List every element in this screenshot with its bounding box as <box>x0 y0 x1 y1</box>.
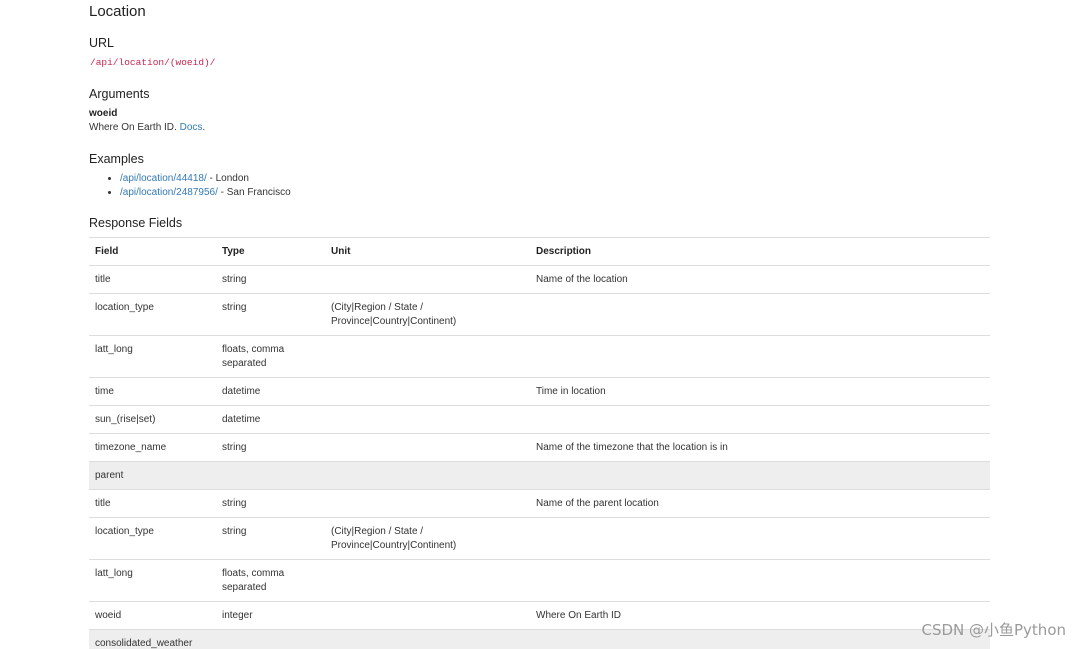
example-item: /api/location/44418/ - London <box>120 172 291 186</box>
response-fields-table: Field Type Unit Description title string N… <box>89 237 990 649</box>
column-header-field: Field <box>89 237 216 266</box>
table-header-row: Field Type Unit Description <box>89 237 990 266</box>
cell-field: title <box>89 265 216 294</box>
page: Location URL /api/location/(woeid)/ Argu… <box>0 0 1080 649</box>
watermark: CSDN @小鱼Python <box>921 621 1066 639</box>
cell-description <box>530 559 990 602</box>
cell-unit <box>325 433 530 462</box>
table-row: title string Name of the location <box>89 265 990 294</box>
docs-link[interactable]: Docs <box>180 122 203 133</box>
cell-field: latt_long <box>89 335 216 378</box>
example-label: - London <box>206 173 250 184</box>
argument-description-text: Where On Earth ID. <box>89 122 177 133</box>
column-header-type: Type <box>216 237 325 266</box>
table-group-row: parent <box>89 461 990 490</box>
cell-description <box>530 517 990 560</box>
column-header-description: Description <box>530 237 990 266</box>
cell-type: string <box>216 433 325 462</box>
table-row: sun_(rise|set) datetime <box>89 405 990 434</box>
cell-type: floats, comma separated <box>216 335 325 378</box>
cell-type: integer <box>216 601 325 630</box>
url-heading: URL <box>89 36 115 50</box>
cell-unit <box>325 559 530 602</box>
cell-field: title <box>89 489 216 518</box>
cell-type: string <box>216 293 325 336</box>
cell-field: time <box>89 377 216 406</box>
cell-type: floats, comma separated <box>216 559 325 602</box>
cell-description: Time in location <box>530 377 990 406</box>
cell-field: sun_(rise|set) <box>89 405 216 434</box>
table-row: time datetime Time in location <box>89 377 990 406</box>
cell-unit <box>325 405 530 434</box>
cell-type: string <box>216 489 325 518</box>
table-row: latt_long floats, comma separated <box>89 559 990 602</box>
arguments-heading: Arguments <box>89 87 150 101</box>
examples-heading: Examples <box>89 152 144 166</box>
cell-field: location_type <box>89 517 216 560</box>
cell-type: string <box>216 517 325 560</box>
examples-list: /api/location/44418/ - London /api/locat… <box>89 172 291 200</box>
cell-unit <box>325 601 530 630</box>
argument-name: woeid <box>89 108 118 119</box>
response-fields-heading: Response Fields <box>89 216 183 230</box>
cell-type: string <box>216 265 325 294</box>
group-label: consolidated_weather <box>89 629 990 649</box>
cell-description: Name of the timezone that the location i… <box>530 433 990 462</box>
cell-type: datetime <box>216 405 325 434</box>
cell-type: datetime <box>216 377 325 406</box>
cell-unit <box>325 489 530 518</box>
table-row: latt_long floats, comma separated <box>89 335 990 378</box>
cell-description <box>530 405 990 434</box>
cell-unit: (City|Region / State / Province|Country|… <box>325 293 530 336</box>
cell-description <box>530 293 990 336</box>
group-label: parent <box>89 461 990 490</box>
table-row: location_type string (City|Region / State … <box>89 293 990 336</box>
cell-description: Name of the parent location <box>530 489 990 518</box>
cell-unit <box>325 377 530 406</box>
example-link-london[interactable]: /api/location/44418/ <box>120 173 207 184</box>
table-row: timezone_name string Name of the timezone … <box>89 433 990 462</box>
argument-description: Where On Earth ID. Docs. <box>89 122 205 134</box>
table-body: title string Name of the location location_… <box>89 265 990 649</box>
url-path: /api/location/(woeid)/ <box>90 57 216 68</box>
cell-description <box>530 335 990 378</box>
table-row: title string Name of the parent location <box>89 489 990 518</box>
example-item: /api/location/2487956/ - San Francisco <box>120 186 291 200</box>
example-link-san-francisco[interactable]: /api/location/2487956/ <box>120 187 218 198</box>
cell-field: location_type <box>89 293 216 336</box>
column-header-unit: Unit <box>325 237 530 266</box>
cell-unit <box>325 335 530 378</box>
section-title: Location <box>89 3 146 20</box>
table-row: woeid integer Where On Earth ID <box>89 601 990 630</box>
cell-field: latt_long <box>89 559 216 602</box>
cell-field: timezone_name <box>89 433 216 462</box>
argument-description-suffix: . <box>202 122 206 133</box>
cell-unit: (City|Region / State / Province|Country|… <box>325 517 530 560</box>
example-label: - San Francisco <box>217 187 291 198</box>
table-group-row: consolidated_weather <box>89 629 990 649</box>
cell-description: Name of the location <box>530 265 990 294</box>
cell-field: woeid <box>89 601 216 630</box>
table-row: location_type string (City|Region / State … <box>89 517 990 560</box>
cell-unit <box>325 265 530 294</box>
